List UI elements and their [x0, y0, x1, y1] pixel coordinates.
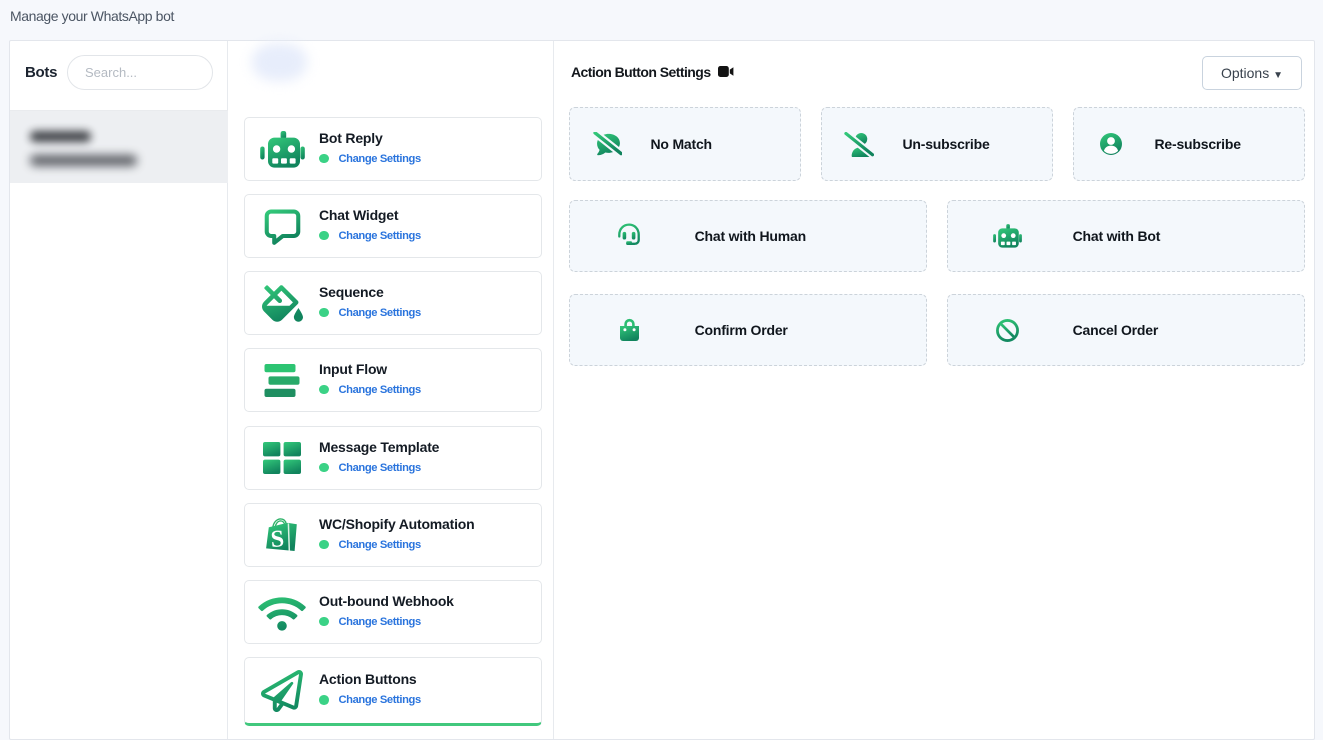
svg-text:S: S — [270, 526, 285, 552]
